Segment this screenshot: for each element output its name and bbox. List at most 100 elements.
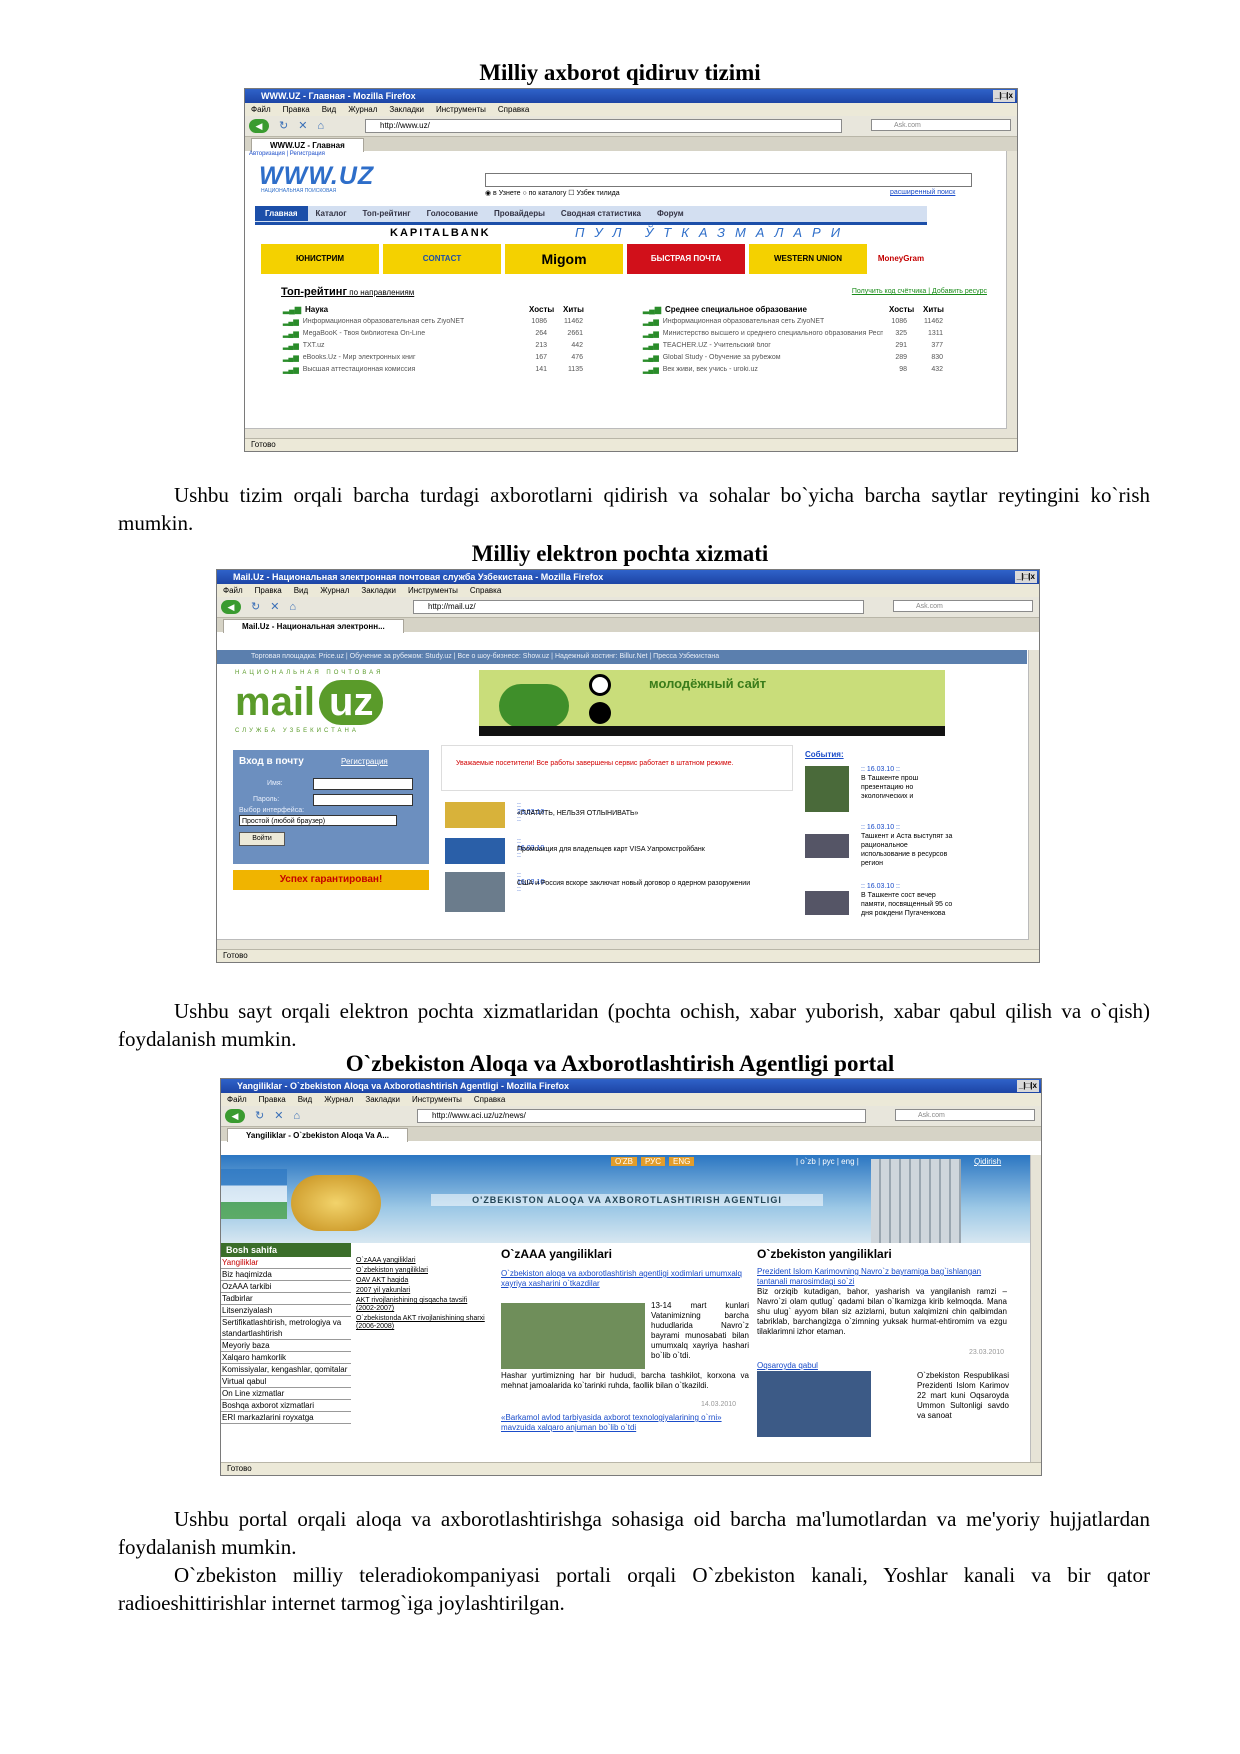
menu-tools[interactable]: Инструменты bbox=[408, 586, 458, 595]
menu-edit[interactable]: Правка bbox=[283, 105, 310, 114]
sidebar-item[interactable]: Litsenziyalash bbox=[221, 1305, 351, 1317]
submenu-item[interactable]: O`zAAA yangiliklari bbox=[356, 1257, 486, 1265]
sidebar-item[interactable]: Sertifikatlashtirish, metrologiya va sta… bbox=[221, 1317, 351, 1340]
menu-history[interactable]: Журнал bbox=[320, 586, 349, 595]
partner-links-bar[interactable]: Торговая площадка: Price.uz | Обучение з… bbox=[217, 650, 1027, 664]
menu-view[interactable]: Вид bbox=[322, 105, 336, 114]
rss-eng[interactable]: ENG bbox=[669, 1157, 695, 1166]
menu-file[interactable]: Файл bbox=[223, 586, 243, 595]
sidebar-item[interactable]: Boshqa axborot xizmatlari bbox=[221, 1400, 351, 1412]
menu-bookmarks[interactable]: Закладки bbox=[365, 1095, 400, 1104]
submenu-item[interactable]: AKT rivojlanishining qisqacha tavsifi (2… bbox=[356, 1297, 486, 1313]
tab-voting[interactable]: Голосование bbox=[419, 206, 486, 221]
submenu-item[interactable]: OAV AKT haqida bbox=[356, 1277, 486, 1285]
tab-top-rating[interactable]: Топ-рейтинг bbox=[355, 206, 419, 221]
browser-tab[interactable]: Mail.Uz - Национальная электронн... bbox=[223, 619, 404, 633]
search-box[interactable]: Ask.com bbox=[893, 600, 1033, 612]
address-bar[interactable]: http://www.uz/ bbox=[365, 119, 842, 133]
browser-tab[interactable]: Yangiliklar - O`zbekiston Aloqa Va A... bbox=[227, 1128, 408, 1142]
sidebar-heading[interactable]: Bosh sahifa bbox=[221, 1243, 351, 1257]
menu-tools[interactable]: Инструменты bbox=[412, 1095, 462, 1104]
window-controls[interactable]: _|□|x bbox=[1014, 571, 1037, 583]
tab-main[interactable]: Главная bbox=[255, 206, 308, 221]
youth-site-banner[interactable]: молодёжный сайт bbox=[479, 670, 945, 736]
password-input[interactable] bbox=[313, 794, 413, 806]
sidebar-item[interactable]: Xalqaro hamkorlik bbox=[221, 1352, 351, 1364]
menu-bookmarks[interactable]: Закладки bbox=[389, 105, 424, 114]
search-input[interactable] bbox=[485, 173, 972, 187]
vertical-scrollbar[interactable] bbox=[1006, 151, 1017, 439]
mail-uz-logo[interactable]: mail uz bbox=[235, 680, 384, 725]
menu-view[interactable]: Вид bbox=[294, 586, 308, 595]
sidebar-item[interactable]: Biz haqimizda bbox=[221, 1269, 351, 1281]
back-button[interactable]: ◀ bbox=[225, 1109, 245, 1123]
menu-file[interactable]: Файл bbox=[227, 1095, 247, 1104]
menu-bookmarks[interactable]: Закладки bbox=[361, 586, 396, 595]
rating-row[interactable]: ▂▄▆ TEACHER.UZ - Учительский блог 291 377 bbox=[643, 342, 953, 354]
submenu-item[interactable]: 2007 yil yakunlari bbox=[356, 1287, 486, 1295]
search-box[interactable]: Ask.com bbox=[871, 119, 1011, 131]
auth-links[interactable]: Авторизация | Регистрация bbox=[249, 151, 325, 157]
tab-statistics[interactable]: Сводная статистика bbox=[553, 206, 649, 221]
sidebar-item[interactable]: Meyoriy baza bbox=[221, 1340, 351, 1352]
rss-rus[interactable]: РУС bbox=[640, 1157, 666, 1166]
rss-uzb[interactable]: O'ZB bbox=[611, 1157, 637, 1166]
submenu-item[interactable]: O`zbekistonda AKT rivojlanishining sharx… bbox=[356, 1315, 486, 1331]
rating-row[interactable]: ▂▄▆ Век живи, век учись - uroki.uz 98 432 bbox=[643, 366, 953, 378]
rating-row[interactable]: ▂▄▆ Высшая аттестационная комиссия 141 1135 bbox=[283, 366, 593, 378]
advanced-search-link[interactable]: расширенный поиск bbox=[890, 189, 955, 196]
menu-edit[interactable]: Правка bbox=[255, 586, 282, 595]
menu-edit[interactable]: Правка bbox=[259, 1095, 286, 1104]
ad-unistream[interactable]: ЮНИСТРИМ bbox=[261, 244, 379, 274]
window-controls[interactable]: _|□|x bbox=[992, 90, 1015, 102]
menu-help[interactable]: Справка bbox=[498, 105, 529, 114]
browser-tab[interactable]: WWW.UZ - Главная bbox=[251, 138, 364, 152]
menu-tools[interactable]: Инструменты bbox=[436, 105, 486, 114]
ad-contact[interactable]: CONTACT bbox=[383, 244, 501, 274]
sidebar-item[interactable]: Yangiliklar bbox=[221, 1257, 351, 1269]
sidebar-item[interactable]: On Line xizmatlar bbox=[221, 1388, 351, 1400]
reload-stop-home-icons[interactable]: ↻✕⌂ bbox=[251, 600, 306, 613]
rating-row[interactable]: ▂▄▆ eBooks.Uz - Мир электронных книг 167 47… bbox=[283, 354, 593, 366]
sidebar-item[interactable]: OzAAA tarkibi bbox=[221, 1281, 351, 1293]
menu-history[interactable]: Журнал bbox=[324, 1095, 353, 1104]
interface-select[interactable]: Простой (любой браузер) bbox=[239, 815, 397, 826]
language-switcher[interactable]: | o`zb | рус | eng | bbox=[796, 1157, 859, 1166]
menu-history[interactable]: Журнал bbox=[348, 105, 377, 114]
tab-forum[interactable]: Форум bbox=[649, 206, 692, 221]
back-button[interactable]: ◀ bbox=[249, 119, 269, 133]
ad-migom[interactable]: Migom bbox=[505, 244, 623, 274]
ad-bystraya-pochta[interactable]: БЫСТРАЯ ПОЧТА bbox=[627, 244, 745, 274]
ad-moneygram[interactable]: MoneyGram bbox=[871, 244, 931, 274]
rating-row[interactable]: ▂▄▆ Global Study - Обучение за рубежом 289… bbox=[643, 354, 953, 366]
login-button[interactable]: Войти bbox=[239, 832, 285, 846]
back-button[interactable]: ◀ bbox=[221, 600, 241, 614]
rating-row[interactable]: ▂▄▆ TXT.uz 213 442 bbox=[283, 342, 593, 354]
sidebar-item[interactable]: Komissiyalar, kengashlar, qomitalar bbox=[221, 1364, 351, 1376]
news-link[interactable]: Prezident Islom Karimovning Navro`z bayr… bbox=[757, 1267, 1007, 1287]
rating-row[interactable]: ▂▄▆ Информационная образовательная сеть Z… bbox=[283, 318, 593, 330]
sidebar-item[interactable]: ERI markazlarini royxatga bbox=[221, 1412, 351, 1424]
events-title[interactable]: События: bbox=[805, 750, 844, 759]
news-link[interactable]: «Barkamol avlod tarbiyasida axborot texn… bbox=[501, 1413, 749, 1433]
sidebar-item[interactable]: Virtual qabul bbox=[221, 1376, 351, 1388]
top-rating-links[interactable]: Получить код счётчика | Добавить ресурс bbox=[852, 288, 987, 295]
menu-file[interactable]: Файл bbox=[251, 105, 271, 114]
tab-catalog[interactable]: Каталог bbox=[308, 206, 355, 221]
window-controls[interactable]: _|□|x bbox=[1016, 1080, 1039, 1092]
name-input[interactable] bbox=[313, 778, 413, 790]
register-link[interactable]: Регистрация bbox=[341, 757, 388, 766]
reload-stop-home-icons[interactable]: ↻✕⌂ bbox=[255, 1109, 310, 1122]
search-box[interactable]: Ask.com bbox=[895, 1109, 1035, 1121]
address-bar[interactable]: http://www.aci.uz/uz/news/ bbox=[417, 1109, 866, 1123]
menu-view[interactable]: Вид bbox=[298, 1095, 312, 1104]
tab-providers[interactable]: Провайдеры bbox=[486, 206, 553, 221]
rating-row[interactable]: ▂▄▆ Информационная образовательная сеть Z… bbox=[643, 318, 953, 330]
address-bar[interactable]: http://mail.uz/ bbox=[413, 600, 864, 614]
menu-help[interactable]: Справка bbox=[470, 586, 501, 595]
search-link[interactable]: Qidirish bbox=[974, 1157, 1001, 1166]
ad-western-union[interactable]: WESTERN UNION bbox=[749, 244, 867, 274]
submenu-item[interactable]: O`zbekiston yangiliklari bbox=[356, 1267, 486, 1275]
news-link[interactable]: Oqsaroyda qabul bbox=[757, 1361, 907, 1371]
sidebar-item[interactable]: Tadbirlar bbox=[221, 1293, 351, 1305]
